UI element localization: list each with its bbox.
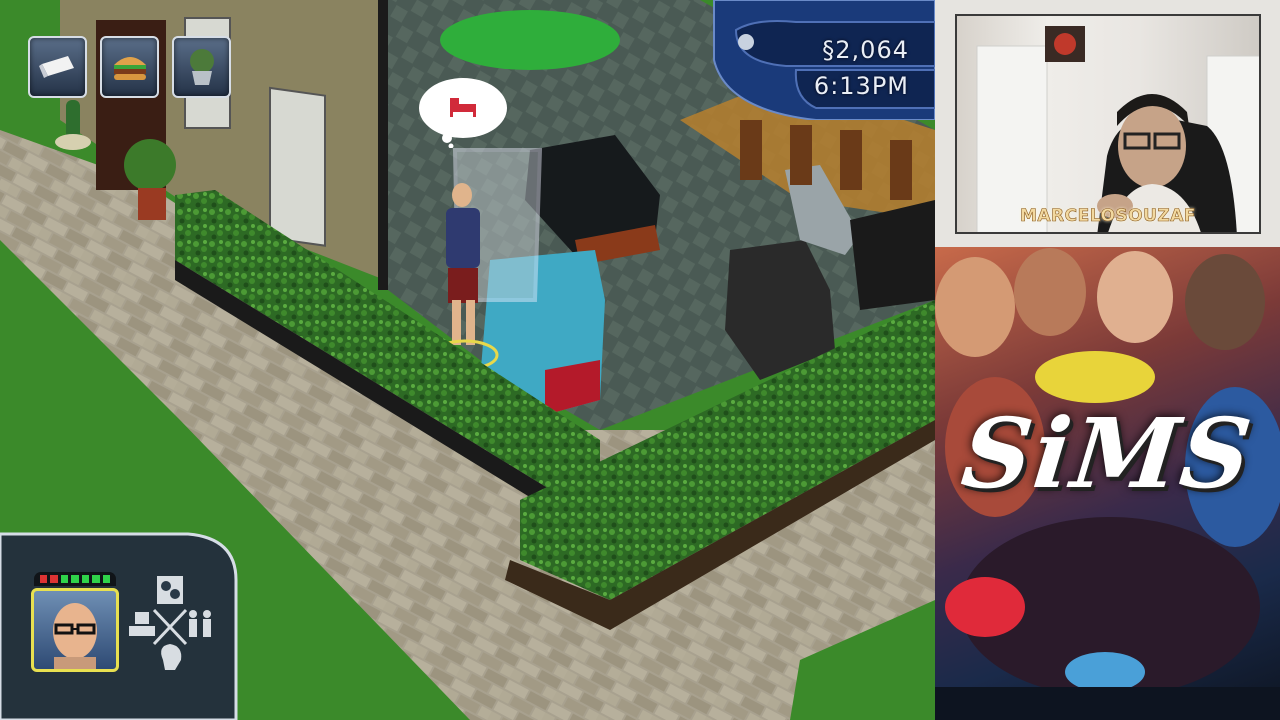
webcam-frame: MARCELOSOUZAF bbox=[955, 14, 1261, 234]
webcam-overlay: MARCELOSOUZAF bbox=[935, 0, 1280, 247]
mood-meter bbox=[34, 572, 116, 586]
window-2[interactable] bbox=[269, 86, 326, 247]
action-queue bbox=[28, 36, 231, 98]
burger-icon bbox=[113, 57, 146, 80]
sim-face-avatar bbox=[53, 603, 97, 669]
streamer-name: MARCELOSOUZAF bbox=[1019, 206, 1197, 227]
game-viewport[interactable]: §2,064 6:13PM bbox=[0, 0, 935, 720]
money-display: §2,064 bbox=[822, 36, 909, 64]
queue-slot-1[interactable] bbox=[28, 36, 87, 98]
webcam-video bbox=[976, 26, 1259, 232]
cover-title: SiMS bbox=[956, 397, 1259, 510]
status-panel: §2,064 6:13PM bbox=[706, 0, 935, 120]
mode-cross-divider bbox=[152, 608, 188, 646]
tissue-icon bbox=[38, 56, 74, 78]
queue-slot-3[interactable] bbox=[172, 36, 231, 98]
queue-slot-2[interactable] bbox=[100, 36, 159, 98]
green-rug[interactable] bbox=[440, 10, 620, 70]
ea-logo-icon bbox=[1065, 652, 1145, 692]
wall-edge bbox=[378, 0, 388, 290]
sim-portrait[interactable] bbox=[31, 588, 119, 672]
thought-bubble bbox=[417, 74, 509, 149]
streamer-face bbox=[1118, 104, 1186, 188]
hud-orb-icon bbox=[738, 34, 754, 50]
game-cover-art: SiMS bbox=[935, 247, 1280, 720]
plant-icon bbox=[189, 49, 214, 85]
clock-display: 6:13PM bbox=[813, 72, 909, 100]
